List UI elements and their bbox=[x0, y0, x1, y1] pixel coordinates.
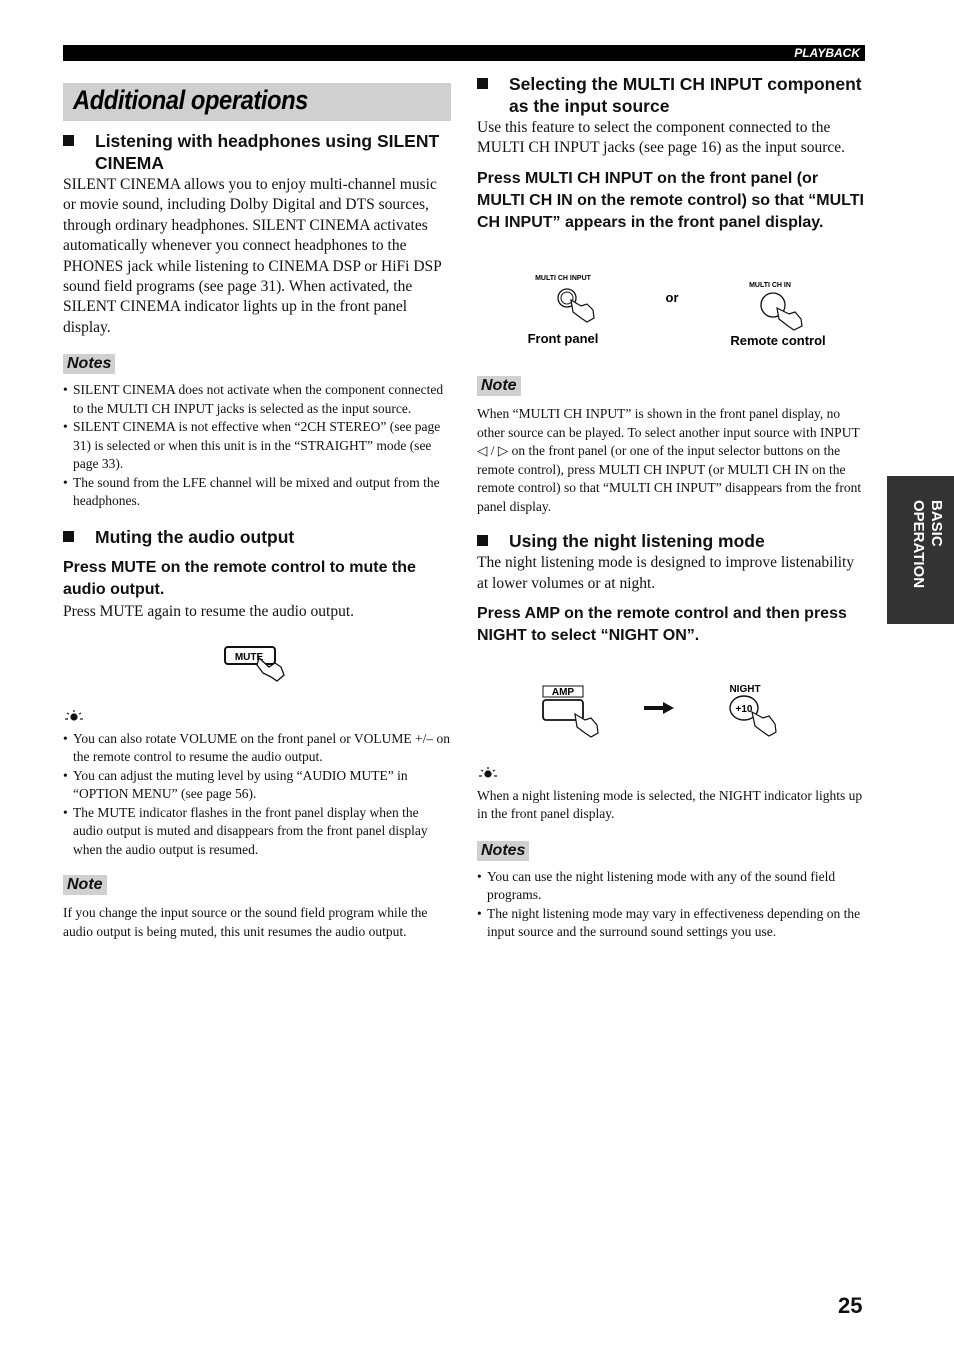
arrow-right-icon bbox=[644, 701, 674, 714]
side-tab-label: BASIC OPERATION bbox=[910, 500, 945, 589]
list-item: SILENT CINEMA is not effective when “2CH… bbox=[63, 418, 451, 474]
list-item: The night listening mode may vary in eff… bbox=[477, 905, 867, 942]
left-column: Listening with headphones using SILENT C… bbox=[63, 130, 451, 941]
list-item: You can adjust the muting level by using… bbox=[63, 767, 451, 804]
night-button-label: +10 bbox=[736, 704, 753, 715]
list-item: You can also rotate VOLUME on the front … bbox=[63, 730, 451, 767]
night-instruction: Press AMP on the remote control and then… bbox=[477, 605, 847, 645]
list-item: You can use the night listening mode wit… bbox=[477, 868, 867, 905]
hand-press-icon bbox=[574, 712, 599, 738]
muting-instruction: Press MUTE on the remote control to mute… bbox=[63, 558, 416, 598]
lightbulb-tip-icon bbox=[63, 709, 451, 728]
heading-muting: Muting the audio output bbox=[63, 526, 451, 548]
mute-button-illustration: MUTE bbox=[224, 645, 285, 682]
note-label: Note bbox=[477, 376, 521, 397]
remote-caption: Remote control bbox=[730, 333, 825, 348]
heading-night: Using the night listening mode bbox=[477, 530, 867, 552]
square-bullet-icon bbox=[63, 135, 74, 146]
night-label: NIGHT bbox=[729, 684, 760, 695]
square-bullet-icon bbox=[63, 530, 74, 542]
front-caption: Front panel bbox=[528, 331, 599, 346]
right-column: Selecting the MULTI CH INPUT component a… bbox=[477, 73, 867, 942]
night-tip: When a night listening mode is selected,… bbox=[477, 787, 863, 822]
multi-ch-body: Use this feature to select the component… bbox=[477, 119, 846, 157]
list-item: SILENT CINEMA does not activate when the… bbox=[63, 381, 451, 418]
note-label: Note bbox=[63, 875, 107, 896]
multi-ch-figure: MULTI CH INPUT Front panel or MULTI CH I… bbox=[477, 234, 867, 374]
multi-ch-note: When “MULTI CH INPUT” is shown in the fr… bbox=[477, 406, 862, 514]
or-label: or bbox=[666, 290, 679, 305]
muting-note: If you change the input source or the so… bbox=[63, 905, 428, 939]
lightbulb-tip-icon bbox=[477, 766, 867, 785]
silent-cinema-body: SILENT CINEMA allows you to enjoy multi-… bbox=[63, 176, 442, 336]
muting-body: Press MUTE again to resume the audio out… bbox=[63, 603, 355, 621]
header-bar: PLAYBACK bbox=[63, 45, 865, 61]
night-illustration: AMP NIGHT +10 bbox=[542, 684, 777, 738]
front-button-label: MULTI CH INPUT bbox=[535, 275, 592, 282]
page-title: Additional operations bbox=[73, 85, 308, 115]
list-item: The sound from the LFE channel will be m… bbox=[63, 474, 451, 511]
page-title-box: Additional operations bbox=[63, 83, 451, 121]
night-figure: AMP NIGHT +10 bbox=[477, 648, 867, 766]
multi-ch-instruction: Press MULTI CH INPUT on the front panel … bbox=[477, 169, 864, 232]
night-body: The night listening mode is designed to … bbox=[477, 554, 855, 592]
side-tab: BASIC OPERATION bbox=[887, 476, 954, 624]
hand-press-icon bbox=[570, 299, 595, 324]
night-notes: You can use the night listening mode wit… bbox=[477, 868, 867, 942]
notes-label: Notes bbox=[63, 354, 116, 375]
mute-figure: MUTE bbox=[63, 623, 451, 703]
heading-multi-ch: Selecting the MULTI CH INPUT component a… bbox=[477, 73, 867, 117]
hand-press-icon bbox=[776, 307, 803, 332]
heading-silent-cinema: Listening with headphones using SILENT C… bbox=[63, 130, 451, 174]
page-number: 25 bbox=[838, 1293, 863, 1318]
list-item: The MUTE indicator flashes in the front … bbox=[63, 804, 451, 860]
amp-label: AMP bbox=[552, 687, 575, 698]
remote-button-label: MULTI CH IN bbox=[749, 282, 791, 289]
square-bullet-icon bbox=[477, 535, 488, 547]
silent-cinema-notes: SILENT CINEMA does not activate when the… bbox=[63, 381, 451, 511]
hand-press-icon bbox=[751, 710, 777, 737]
square-bullet-icon bbox=[477, 78, 488, 89]
multi-ch-illustration: MULTI CH INPUT Front panel or MULTI CH I… bbox=[528, 275, 826, 348]
muting-tips: You can also rotate VOLUME on the front … bbox=[63, 730, 451, 860]
notes-label: Notes bbox=[477, 840, 530, 861]
section-label: PLAYBACK bbox=[794, 46, 860, 60]
